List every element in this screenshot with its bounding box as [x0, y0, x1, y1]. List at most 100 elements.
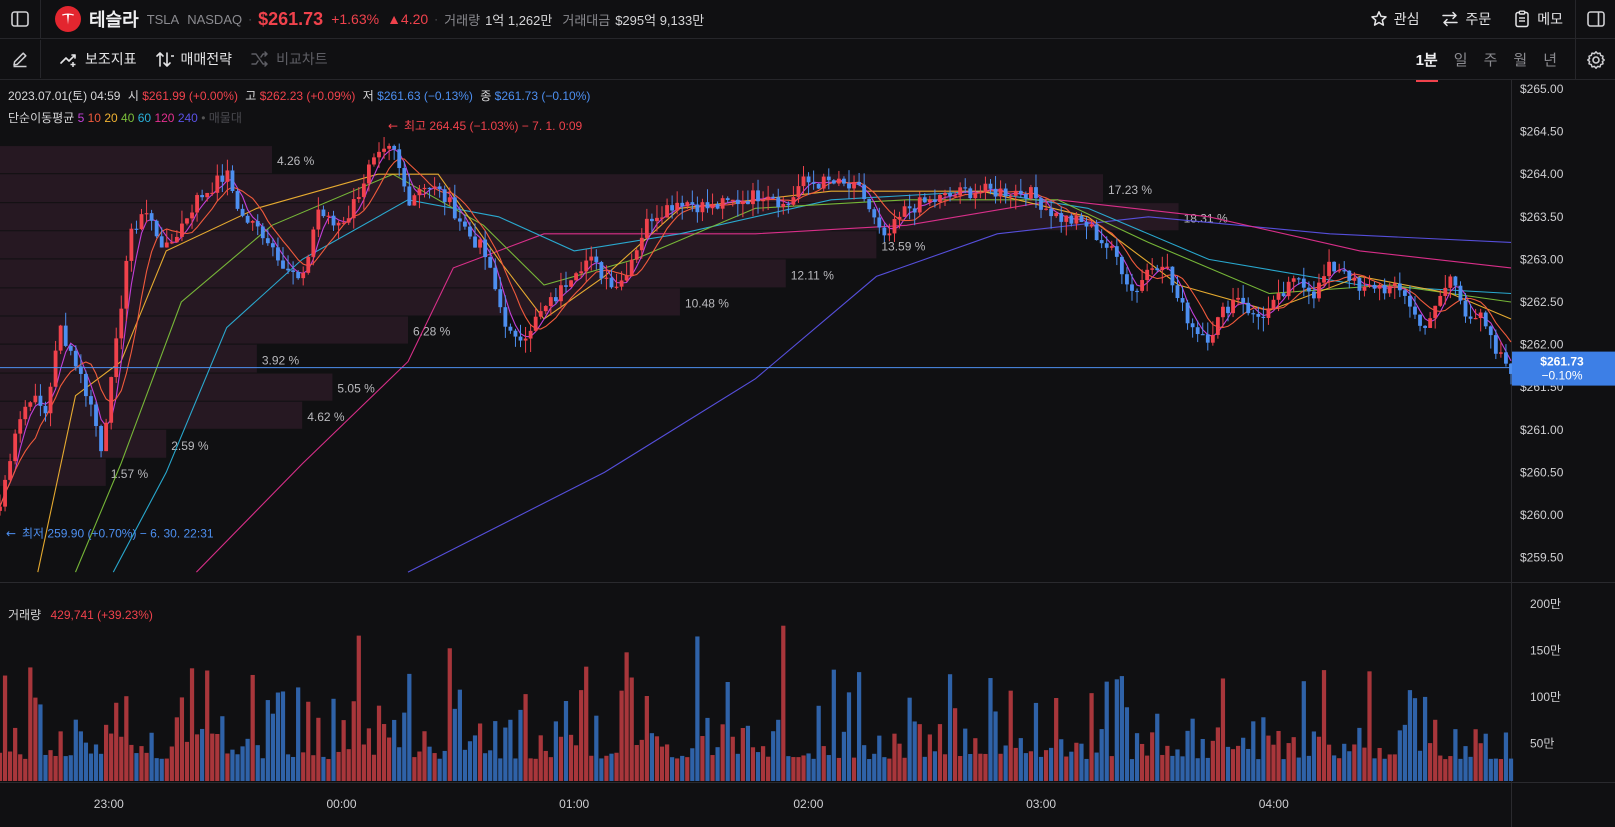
volume-bar: [336, 751, 341, 781]
candle: [1402, 290, 1407, 296]
trading-strategy-button[interactable]: 매매전략: [155, 49, 232, 69]
stock-header-bar: 테슬라 TSLA NASDAQ · $261.73 +1.63% ▲4.20 ·…: [0, 0, 1615, 39]
sidebar-toggle-button[interactable]: [0, 0, 40, 38]
volume-bar: [700, 736, 705, 781]
current-price-tag-value: $261.73: [1540, 355, 1584, 369]
candle: [1185, 302, 1190, 324]
volume-bar: [285, 754, 291, 781]
candle: [129, 228, 134, 261]
memo-label: 메모: [1537, 11, 1563, 27]
candle: [235, 191, 240, 209]
memo-button[interactable]: 메모: [1513, 9, 1563, 29]
candle: [1054, 213, 1059, 217]
candle: [639, 237, 644, 251]
candle: [114, 338, 119, 378]
shuffle-icon: [251, 51, 268, 67]
volume-bar: [1407, 690, 1413, 781]
candle: [109, 377, 114, 423]
candle: [584, 260, 589, 272]
candle: [0, 506, 2, 511]
indicators-button[interactable]: 보조지표: [59, 49, 137, 69]
sidebar-panel-icon: [11, 11, 29, 27]
low-value: $261.63 (−0.13%): [377, 89, 473, 103]
candle: [1215, 317, 1220, 335]
candle: [1311, 291, 1316, 299]
volume-bar: [720, 724, 725, 781]
volume-bar: [1458, 758, 1463, 781]
volume-profile-label: 3.92 %: [262, 354, 300, 368]
volume-bar: [735, 753, 740, 781]
price-axis-label: $263.50: [1520, 210, 1564, 224]
volume-bar: [1028, 751, 1034, 781]
volume-bar: [346, 749, 351, 781]
chart-settings-button[interactable]: [1575, 39, 1615, 80]
drawing-tool-button[interactable]: [0, 40, 40, 78]
volume-bar: [93, 744, 99, 781]
volume-bar: [533, 758, 538, 781]
volume-bar: [978, 753, 983, 781]
period-day[interactable]: 일: [1454, 49, 1468, 70]
volume-bar: [715, 747, 720, 781]
period-month[interactable]: 월: [1513, 49, 1527, 70]
candle: [781, 204, 786, 208]
candle: [73, 350, 78, 367]
volume-bar: [1023, 753, 1028, 781]
period-1min[interactable]: 1분: [1415, 49, 1438, 82]
candle: [356, 197, 361, 200]
divider: [40, 40, 41, 78]
volume-bar: [371, 754, 377, 781]
volume-bar: [1084, 758, 1089, 781]
volume-bar: [1372, 758, 1377, 781]
volume-bar: [1018, 738, 1023, 781]
volume-bar: [361, 744, 366, 781]
volume-bar: [786, 756, 791, 781]
volume-bar: [381, 724, 387, 781]
volume-bar: [1210, 740, 1215, 781]
candle: [144, 213, 149, 215]
order-button[interactable]: 주문: [1441, 9, 1491, 29]
candle: [619, 280, 624, 287]
volume-bar: [821, 746, 826, 781]
price-axis-label: $264.50: [1520, 125, 1564, 139]
candle: [104, 422, 109, 452]
volume-bar: [1281, 759, 1286, 781]
period-week[interactable]: 주: [1484, 49, 1498, 70]
volume-bar: [831, 669, 836, 781]
volume-bar: [1134, 733, 1140, 781]
volume-bar: [725, 682, 730, 781]
candle: [1433, 305, 1438, 319]
candle: [1357, 277, 1362, 291]
volume-bar: [1503, 732, 1509, 781]
volume-bar: [452, 708, 457, 781]
ticker-symbol: TSLA: [146, 11, 180, 27]
close-label: 종: [480, 89, 492, 103]
volume-bar: [321, 756, 326, 781]
candle: [1291, 278, 1296, 282]
candle: [139, 214, 144, 230]
volume-pane-value: 429,741 (+39.23%): [50, 608, 153, 622]
volume-bar: [200, 728, 205, 781]
price-chart[interactable]: $265.00 $264.50 $264.00 $263.50 $263.00 $262.…: [0, 80, 1615, 827]
time-axis-label: 03:00: [1026, 797, 1056, 811]
volume-profile-bar: [0, 174, 1104, 203]
moving-average-legend[interactable]: 단순이동평균 5 10 20 40 60 120 240 • 매물대: [8, 109, 242, 126]
volume-bar: [952, 708, 958, 781]
watchlist-button[interactable]: 관심: [1370, 9, 1419, 29]
candle: [1418, 314, 1422, 326]
compare-chart-button[interactable]: 비교차트: [250, 49, 328, 69]
volume-bar: [776, 719, 781, 781]
candle: [867, 199, 872, 210]
volume-bar: [846, 692, 852, 781]
candle: [225, 170, 230, 182]
right-panel-toggle-button[interactable]: [1575, 0, 1615, 38]
volume-bar: [1433, 719, 1438, 781]
volume-info: 거래량 429,741 (+39.23%): [8, 606, 153, 623]
volume-bar: [1170, 755, 1175, 781]
indicator-line-icon: [60, 54, 76, 67]
volume-bar: [1453, 729, 1458, 781]
volume-bar: [296, 687, 301, 781]
period-year[interactable]: 년: [1543, 49, 1557, 70]
volume-bar: [599, 758, 604, 781]
candle: [1089, 224, 1094, 227]
divider: [40, 0, 41, 38]
